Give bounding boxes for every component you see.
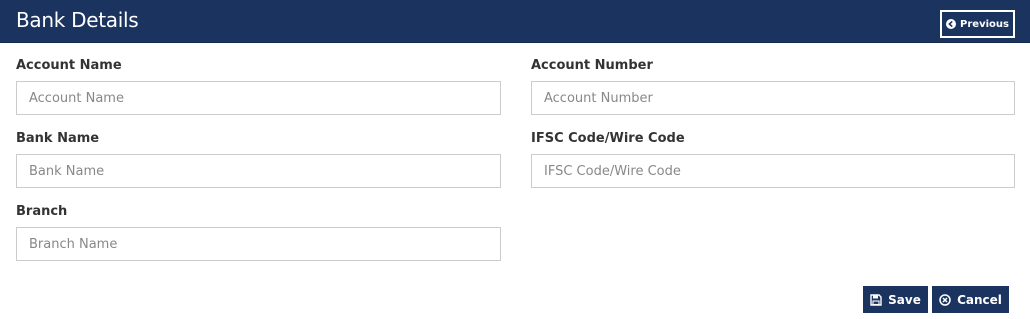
bank-name-input[interactable] (16, 154, 501, 188)
times-circle-icon (939, 293, 951, 306)
account-name-group: Account Name (16, 57, 501, 115)
account-number-group: Account Number (531, 57, 1015, 115)
account-number-input[interactable] (531, 81, 1015, 115)
cancel-button[interactable]: Cancel (932, 286, 1009, 313)
branch-input[interactable] (16, 227, 501, 261)
floppy-disk-icon (870, 293, 882, 306)
cancel-button-label: Cancel (957, 292, 1002, 307)
save-button-label: Save (888, 292, 921, 307)
branch-group: Branch (16, 203, 501, 261)
previous-button[interactable]: Previous (940, 10, 1015, 38)
account-name-label: Account Name (16, 58, 122, 73)
branch-label: Branch (16, 204, 68, 219)
ifsc-code-label: IFSC Code/Wire Code (531, 131, 685, 146)
previous-button-label: Previous (960, 18, 1009, 30)
ifsc-code-group: IFSC Code/Wire Code (531, 130, 1015, 188)
account-number-label: Account Number (531, 58, 653, 73)
ifsc-code-input[interactable] (531, 154, 1015, 188)
save-button[interactable]: Save (863, 286, 928, 313)
arrow-circle-left-icon (946, 19, 957, 29)
account-name-input[interactable] (16, 81, 501, 115)
bank-name-label: Bank Name (16, 131, 100, 146)
page-title: Bank Details (16, 8, 139, 32)
bank-name-group: Bank Name (16, 130, 501, 188)
page-header: Bank Details Previous (0, 0, 1030, 43)
